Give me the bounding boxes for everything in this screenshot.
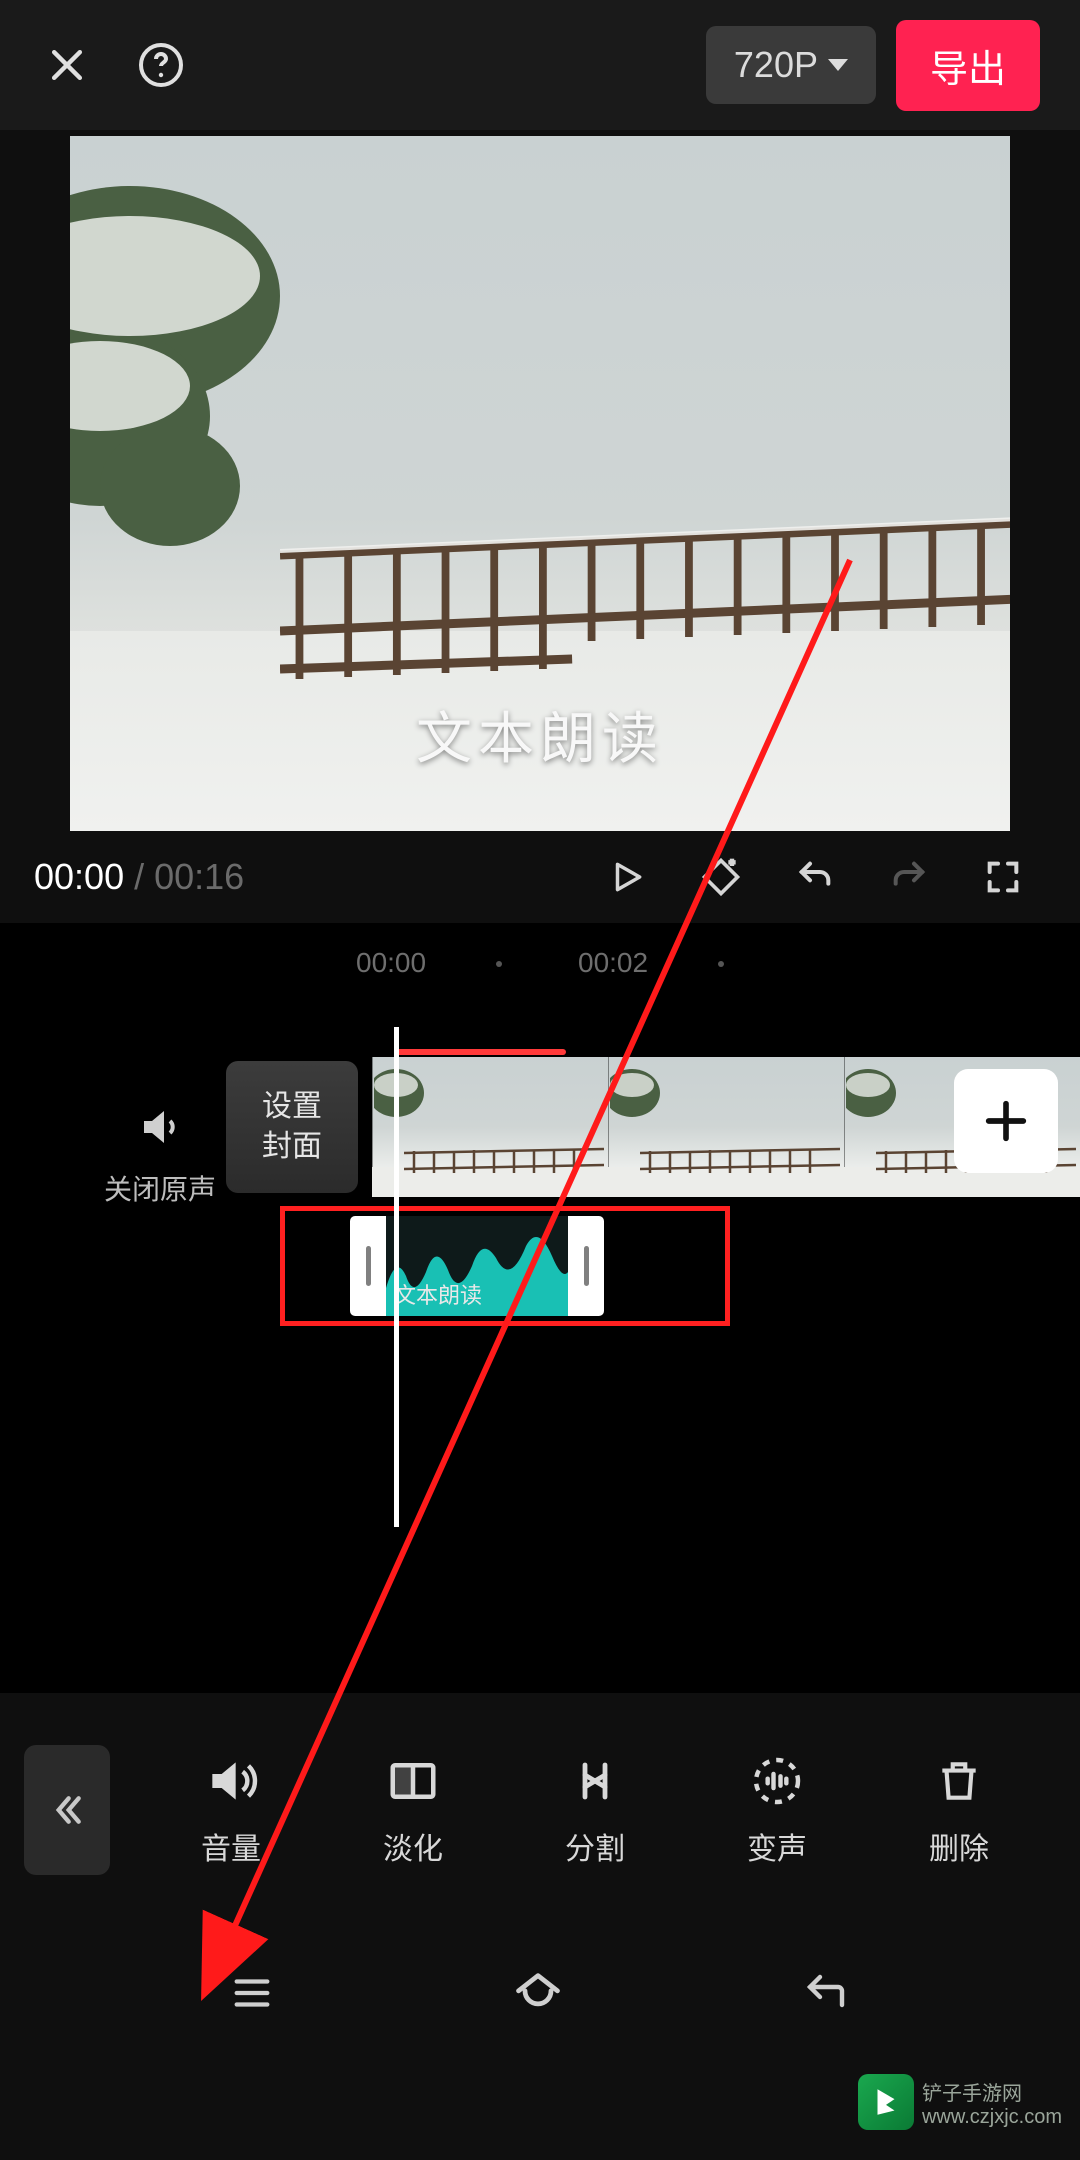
- clip-handle-right[interactable]: [568, 1216, 604, 1316]
- ruler-dot: [496, 961, 502, 967]
- delete-icon: [934, 1752, 984, 1810]
- tool-label: 分割: [565, 1824, 625, 1868]
- speaker-icon: [90, 1103, 230, 1156]
- resolution-button[interactable]: 720P: [706, 26, 876, 104]
- play-button[interactable]: [588, 838, 666, 916]
- fullscreen-button[interactable]: [964, 838, 1042, 916]
- nav-home-icon[interactable]: [508, 1967, 568, 2024]
- time-ruler[interactable]: 00:00 00:02: [0, 933, 1080, 993]
- tool-volume[interactable]: 音量: [201, 1752, 261, 1868]
- add-clip-button[interactable]: [954, 1069, 1058, 1173]
- system-nav-bar: [0, 1930, 1080, 2060]
- export-button[interactable]: 导出: [896, 20, 1040, 111]
- preview-fence: [280, 511, 1010, 681]
- nav-menu-icon[interactable]: [224, 1970, 280, 2021]
- tool-label: 删除: [929, 1824, 989, 1868]
- time-display: 00:00 / 00:16: [34, 856, 244, 898]
- tool-label: 淡化: [383, 1824, 443, 1868]
- tool-label: 变声: [747, 1824, 807, 1868]
- playhead[interactable]: [394, 1027, 399, 1527]
- ruler-tick-1: 00:02: [578, 947, 648, 979]
- duration: 00:16: [154, 856, 244, 897]
- nav-back-icon[interactable]: [796, 1969, 856, 2022]
- set-cover-button[interactable]: 设置 封面: [226, 1061, 358, 1193]
- voice-change-icon: [749, 1752, 805, 1810]
- keyframe-button[interactable]: [682, 838, 760, 916]
- tool-fade[interactable]: 淡化: [383, 1752, 443, 1868]
- tool-voice-change[interactable]: 变声: [747, 1752, 807, 1868]
- undo-button[interactable]: [776, 838, 854, 916]
- mute-original-audio[interactable]: 关闭原声: [90, 1103, 230, 1208]
- redo-button[interactable]: [870, 838, 948, 916]
- tool-split[interactable]: 分割: [565, 1752, 625, 1868]
- watermark-line2: www.czjxjc.com: [922, 2106, 1062, 2129]
- mute-label: 关闭原声: [90, 1168, 230, 1208]
- tool-back-button[interactable]: [24, 1745, 110, 1875]
- audio-clip[interactable]: 文本朗读: [350, 1216, 604, 1316]
- watermark: 铲子手游网 www.czjxjc.com: [858, 2074, 1062, 2130]
- resolution-label: 720P: [734, 44, 818, 86]
- tracks-area[interactable]: 关闭原声 设置 封面: [0, 993, 1080, 1553]
- audio-clip-label: 文本朗读: [394, 1278, 482, 1310]
- split-icon: [571, 1752, 619, 1810]
- timeline[interactable]: 00:00 00:02 关闭原声 设置 封面: [0, 923, 1080, 1693]
- tool-label: 音量: [201, 1824, 261, 1868]
- video-preview[interactable]: 文本朗读: [70, 136, 1010, 831]
- tool-delete[interactable]: 删除: [929, 1752, 989, 1868]
- watermark-line1: 铲子手游网: [922, 2077, 1062, 2106]
- help-icon[interactable]: [134, 38, 188, 92]
- preview-subtitle: 文本朗读: [416, 694, 664, 775]
- clip-handle-left[interactable]: [350, 1216, 386, 1316]
- fade-icon: [386, 1752, 440, 1810]
- keyframe-indicator: [396, 1049, 566, 1055]
- play-controls: 00:00 / 00:16: [0, 831, 1080, 923]
- watermark-badge: [858, 2074, 914, 2130]
- current-time: 00:00: [34, 856, 124, 897]
- chevron-down-icon: [828, 59, 848, 71]
- video-thumbnail[interactable]: [372, 1057, 608, 1197]
- video-thumbnail[interactable]: [608, 1057, 844, 1197]
- top-bar: 720P 导出: [0, 0, 1080, 130]
- audio-waveform[interactable]: 文本朗读: [386, 1216, 568, 1316]
- preview-tree: [70, 176, 330, 596]
- ruler-tick-0: 00:00: [356, 947, 426, 979]
- tool-bar: 音量 淡化 分割 变声 删除: [0, 1710, 1080, 1910]
- volume-icon: [203, 1752, 259, 1810]
- ruler-dot: [718, 961, 724, 967]
- close-icon[interactable]: [40, 38, 94, 92]
